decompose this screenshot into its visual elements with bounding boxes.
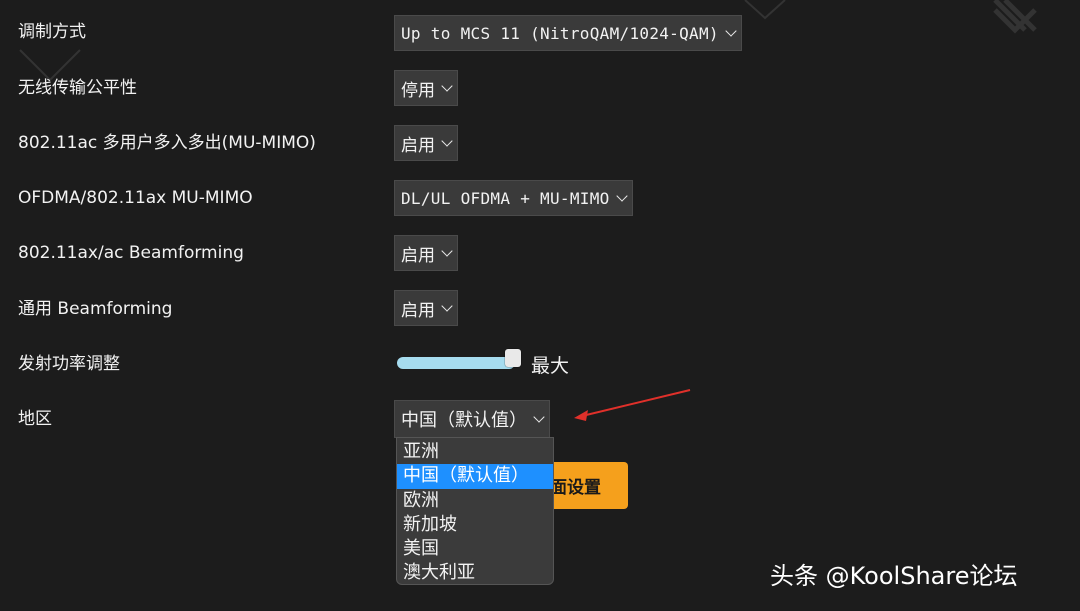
transmit-power-value: 最大	[531, 355, 570, 377]
beamforming-select[interactable]: 启用	[394, 235, 458, 271]
region-select[interactable]: 中国（默认值）	[394, 400, 550, 438]
region-option-china[interactable]: 中国（默认值）	[397, 464, 553, 489]
airtime-fairness-label: 无线传输公平性	[18, 78, 137, 98]
chevron-down-icon	[441, 79, 453, 92]
region-dropdown-list[interactable]: 亚洲 中国（默认值） 欧洲 新加坡 美国 澳大利亚	[396, 437, 554, 585]
modulation-select-value: Up to MCS 11 (NitroQAM/1024-QAM)	[401, 23, 719, 43]
airtime-fairness-select[interactable]: 停用	[394, 70, 458, 106]
chevron-down-icon	[615, 189, 628, 202]
chevron-down-icon	[441, 134, 453, 147]
chevron-down-icon	[533, 410, 545, 423]
modulation-select[interactable]: Up to MCS 11 (NitroQAM/1024-QAM)	[394, 15, 742, 51]
region-option-asia[interactable]: 亚洲	[397, 440, 553, 464]
annotation-arrow-icon	[574, 389, 691, 421]
universal-beamforming-select-value: 启用	[401, 300, 435, 321]
watermark-text: 头条 @KoolShare论坛	[770, 562, 1018, 590]
region-option-singapore[interactable]: 新加坡	[397, 513, 553, 537]
universal-beamforming-select[interactable]: 启用	[394, 290, 458, 326]
transmit-power-label: 发射功率调整	[18, 354, 120, 374]
transmit-power-slider-thumb[interactable]	[505, 349, 521, 367]
region-option-europe[interactable]: 欧洲	[397, 489, 553, 513]
chevron-down-icon	[725, 24, 737, 37]
mu-mimo-select[interactable]: 启用	[394, 125, 458, 161]
region-select-value: 中国（默认值）	[401, 410, 527, 431]
mu-mimo-select-value: 启用	[401, 135, 435, 156]
chevron-down-icon	[441, 244, 453, 257]
beamforming-select-value: 启用	[401, 245, 435, 266]
transmit-power-slider-track[interactable]	[397, 357, 515, 369]
airtime-fairness-select-value: 停用	[401, 80, 435, 101]
apply-button-label: 面设置	[550, 478, 601, 498]
beamforming-label: 802.11ax/ac Beamforming	[18, 243, 244, 263]
region-option-australia[interactable]: 澳大利亚	[397, 561, 553, 584]
ofdma-select[interactable]: DL/UL OFDMA + MU-MIMO	[394, 180, 633, 216]
chevron-down-icon	[441, 299, 453, 312]
background-ornament-right	[993, 0, 1037, 34]
mu-mimo-label: 802.11ac 多用户多入多出(MU-MIMO)	[18, 133, 316, 153]
modulation-label: 调制方式	[18, 22, 86, 42]
region-label: 地区	[18, 409, 52, 429]
watermark: 头条 @KoolShare论坛	[770, 556, 1017, 591]
background-ornament-top	[744, 0, 786, 20]
ofdma-label: OFDMA/802.11ax MU-MIMO	[18, 188, 253, 208]
universal-beamforming-label: 通用 Beamforming	[18, 299, 173, 319]
region-option-usa[interactable]: 美国	[397, 537, 553, 561]
ofdma-select-value: DL/UL OFDMA + MU-MIMO	[401, 188, 610, 208]
